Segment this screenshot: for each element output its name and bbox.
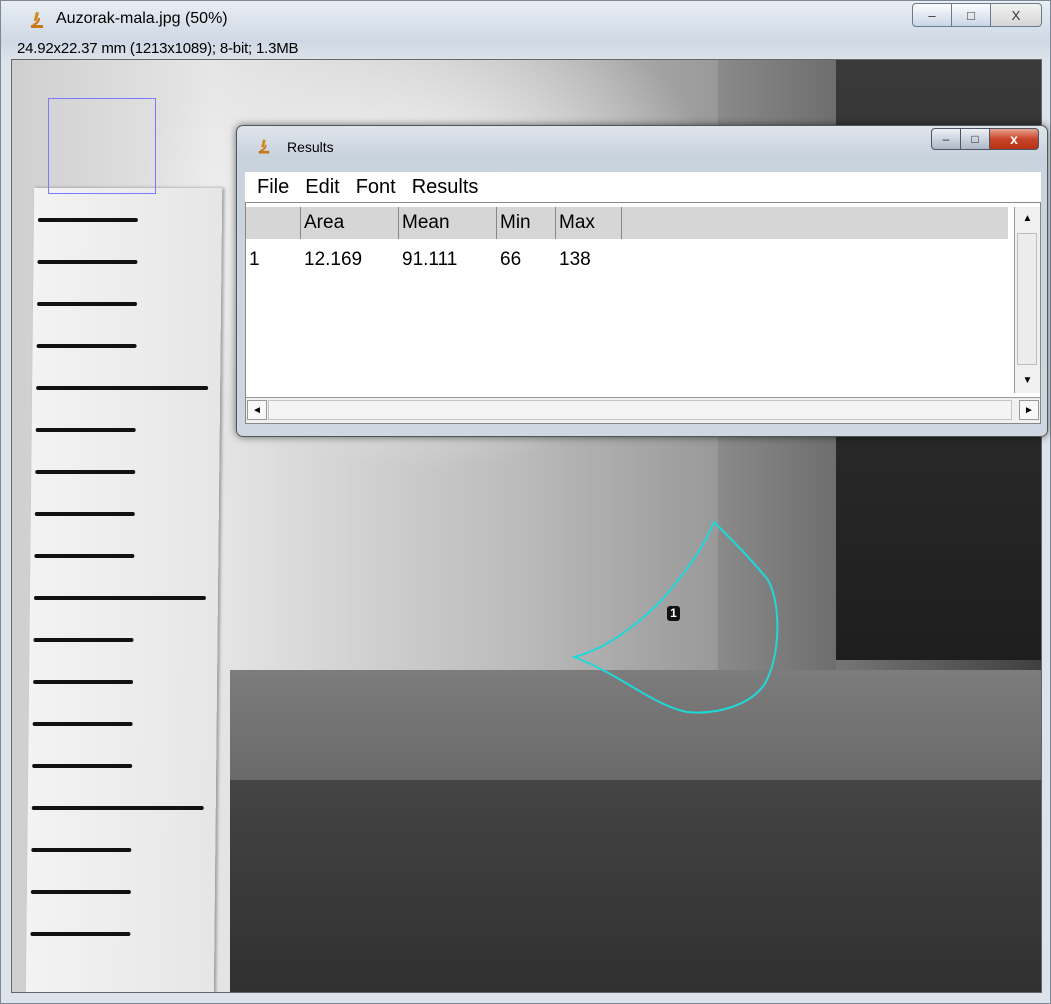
results-table[interactable]: Area Mean Min Max 1 12.169 91.111 66 138… [245,202,1041,424]
title-bar[interactable]: Auzorak-mala.jpg (50%) – □ X [1,1,1050,39]
roi-number-label: 1 [667,606,680,621]
cell-max: 138 [559,249,591,270]
results-title-bar[interactable]: Results – □ x [237,126,1047,172]
microscope-icon [31,11,43,28]
table-header: Area Mean Min Max [246,207,1008,239]
results-menu-bar: File Edit Font Results [245,172,1041,202]
results-title: Results [287,139,334,155]
close-button[interactable]: X [990,3,1042,27]
menu-results[interactable]: Results [412,176,479,199]
vertical-scroll-thumb[interactable] [1017,233,1037,365]
vertical-scrollbar[interactable]: ▲ ▼ [1014,207,1040,393]
column-header-max[interactable]: Max [556,207,622,239]
image-info: 24.92x22.37 mm (1213x1089); 8-bit; 1.3MB [17,40,299,57]
results-maximize-button[interactable]: □ [960,128,990,150]
minimize-icon: – [928,7,936,23]
column-header-area[interactable]: Area [301,207,399,239]
maximize-button[interactable]: □ [951,3,991,27]
close-icon: X [1011,7,1021,23]
scroll-right-icon[interactable]: ► [1019,400,1039,420]
column-header-min[interactable]: Min [497,207,556,239]
cell-area: 12.169 [304,249,363,270]
cell-mean: 91.111 [402,249,458,270]
scroll-left-icon[interactable]: ◄ [247,400,267,420]
results-minimize-button[interactable]: – [931,128,961,150]
scroll-down-icon[interactable]: ▼ [1015,369,1040,391]
results-close-button[interactable]: x [989,128,1039,150]
close-icon: x [1010,131,1018,147]
table-row[interactable]: 1 12.169 91.111 66 138 [246,245,622,275]
menu-file[interactable]: File [257,176,289,199]
cell-min: 66 [500,249,522,270]
column-header-index[interactable] [246,207,301,239]
horizontal-scroll-thumb[interactable] [268,400,1012,420]
minimize-icon: – [942,132,950,146]
maximize-icon: □ [971,132,979,146]
microscope-icon [258,139,270,154]
scroll-up-icon[interactable]: ▲ [1015,207,1040,229]
column-header-spacer [622,207,1008,239]
menu-edit[interactable]: Edit [305,176,339,199]
results-window: Results – □ x File Edit Font Results Are… [236,125,1048,437]
maximize-icon: □ [967,7,975,23]
column-header-mean[interactable]: Mean [399,207,497,239]
menu-font[interactable]: Font [356,176,396,199]
minimize-button[interactable]: – [912,3,952,27]
cell-index: 1 [249,249,260,270]
horizontal-scrollbar[interactable]: ◄ ► [246,397,1040,423]
window-title: Auzorak-mala.jpg (50%) [56,10,228,27]
